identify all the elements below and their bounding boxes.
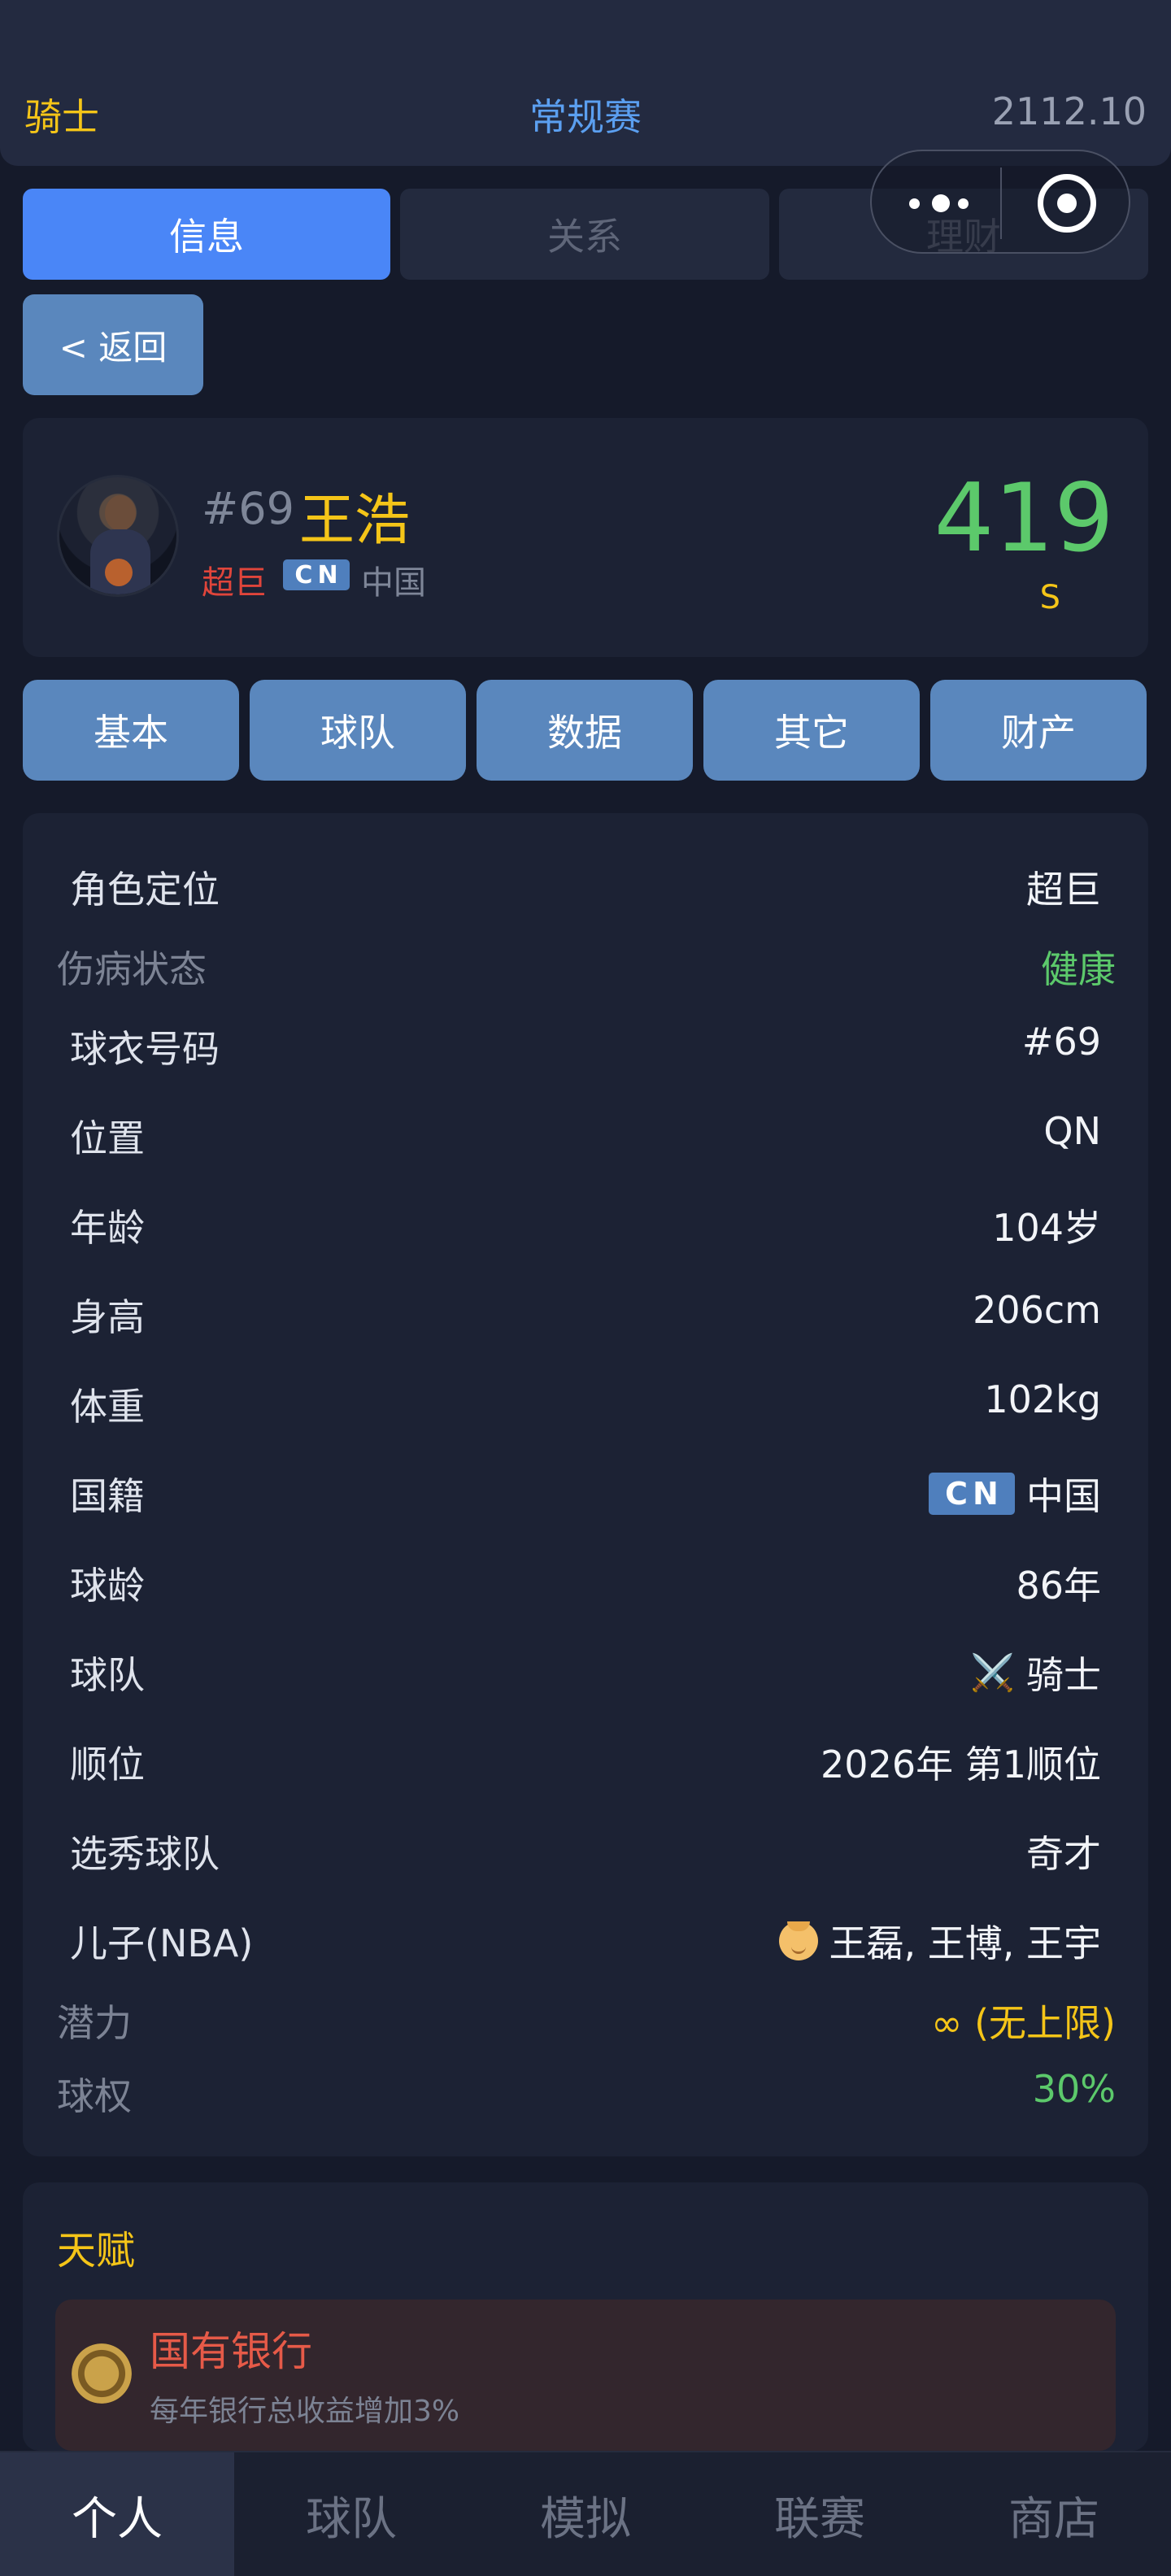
info-row-weight: 体重 102kg [23, 1368, 1148, 1433]
player-rating: 419 [934, 463, 1114, 573]
info-value: 健康 [1041, 947, 1116, 991]
info-label: 球龄 [70, 1564, 145, 1608]
info-row-injury: 伤病状态 健康 [23, 930, 1148, 995]
header-money: 2112.10 [991, 89, 1147, 133]
player-country: 中国 [361, 564, 426, 602]
info-label: 体重 [70, 1385, 145, 1429]
subtab-basic[interactable]: 基本 [23, 680, 239, 781]
info-label: 年龄 [70, 1206, 145, 1250]
talent-card: 天赋 国有银行 每年银行总收益增加3% [23, 2182, 1148, 2451]
talent-description: 每年银行总收益增加3% [150, 2395, 460, 2428]
info-row-sons: 儿子(NBA) 王磊, 王博, 王宇 [23, 1904, 1148, 1969]
info-value: 206cm [973, 1288, 1101, 1332]
nav-shop[interactable]: 商店 [937, 2452, 1171, 2576]
info-value: #69 [1021, 1020, 1101, 1064]
miniprogram-capsule [870, 150, 1130, 254]
talent-item[interactable]: 国有银行 每年银行总收益增加3% [55, 2300, 1116, 2451]
info-label: 角色定位 [70, 868, 220, 912]
subtab-other[interactable]: 其它 [703, 680, 920, 781]
info-value: 奇才 [1026, 1832, 1101, 1876]
back-button[interactable]: < 返回 [23, 294, 203, 395]
subtab-assets[interactable]: 财产 [930, 680, 1147, 781]
talent-name: 国有银行 [150, 2328, 312, 2375]
info-value: 102kg [984, 1377, 1101, 1421]
info-value: 超巨 [1026, 868, 1101, 912]
bank-coin-icon [72, 2343, 132, 2404]
info-value-group: CN 中国 [929, 1467, 1101, 1521]
info-value: ∞ (无上限) [931, 2001, 1116, 2045]
info-row-position: 位置 QN [23, 1099, 1148, 1164]
player-info-card: 角色定位 超巨 伤病状态 健康 球衣号码 #69 位置 QN 年龄 104岁 身… [23, 813, 1148, 2156]
info-label: 位置 [70, 1116, 145, 1160]
info-value: QN [1043, 1109, 1101, 1153]
info-label: 身高 [70, 1295, 145, 1339]
player-number: #69 [202, 483, 294, 534]
subtab-stats[interactable]: 数据 [477, 680, 693, 781]
info-value: 86年 [1016, 1564, 1101, 1608]
capsule-divider [1000, 168, 1002, 239]
info-row-height: 身高 206cm [23, 1278, 1148, 1343]
info-label: 球队 [70, 1653, 145, 1697]
info-row-equity: 球权 30% [23, 2057, 1148, 2122]
info-label: 潜力 [57, 2001, 132, 2045]
info-value: 30% [1032, 2067, 1116, 2111]
info-row-nationality: 国籍 CN 中国 [23, 1457, 1148, 1522]
player-avatar [57, 475, 179, 597]
nav-league[interactable]: 联赛 [703, 2452, 937, 2576]
nav-simulate[interactable]: 模拟 [468, 2452, 703, 2576]
info-label: 儿子(NBA) [70, 1921, 254, 1965]
player-role: 超巨 [202, 564, 267, 602]
player-name: 王浩 [299, 489, 411, 553]
cn-flag-icon: CN [283, 559, 350, 590]
more-icon[interactable] [908, 192, 973, 215]
close-miniprogram-icon[interactable] [1038, 174, 1096, 233]
info-value-group: ⚔️ 骑士 [970, 1646, 1101, 1699]
info-row-seniority: 球龄 86年 [23, 1547, 1148, 1612]
info-value: 中国 [1026, 1474, 1101, 1518]
bottom-nav: 个人 球队 模拟 联赛 商店 [0, 2451, 1171, 2576]
info-value: 骑士 [1026, 1653, 1101, 1697]
info-row-draft-team: 选秀球队 奇才 [23, 1815, 1148, 1880]
info-label: 球衣号码 [70, 1027, 220, 1071]
info-value-group: 王磊, 王博, 王宇 [778, 1914, 1102, 1968]
info-row-age: 年龄 104岁 [23, 1189, 1148, 1254]
info-row-jersey: 球衣号码 #69 [23, 1010, 1148, 1075]
baby-face-icon [778, 1921, 818, 1960]
player-profile-card: #69 王浩 超巨 CN 中国 419 S [23, 418, 1148, 657]
info-label: 顺位 [70, 1743, 145, 1786]
info-label: 球权 [57, 2074, 132, 2118]
info-label: 国籍 [70, 1474, 145, 1518]
nav-personal[interactable]: 个人 [0, 2452, 234, 2576]
subtab-team[interactable]: 球队 [250, 680, 466, 781]
info-row-role: 角色定位 超巨 [23, 851, 1148, 916]
cn-flag-icon: CN [929, 1473, 1015, 1515]
info-row-draft: 顺位 2026年 第1顺位 [23, 1725, 1148, 1791]
nav-team[interactable]: 球队 [234, 2452, 468, 2576]
info-value: 104岁 [992, 1206, 1101, 1250]
talent-title: 天赋 [57, 2228, 136, 2274]
tab-info[interactable]: 信息 [23, 189, 390, 280]
info-label: 选秀球队 [70, 1832, 220, 1876]
info-value: 2026年 第1顺位 [821, 1743, 1101, 1786]
crossed-swords-icon: ⚔️ [970, 1652, 1015, 1694]
info-row-team: 球队 ⚔️ 骑士 [23, 1636, 1148, 1701]
tab-relations[interactable]: 关系 [400, 189, 769, 280]
info-value: 王磊, 王博, 王宇 [829, 1921, 1102, 1965]
player-grade: S [1039, 579, 1060, 616]
info-label: 伤病状态 [57, 947, 207, 991]
info-row-potential: 潜力 ∞ (无上限) [23, 1984, 1148, 2049]
